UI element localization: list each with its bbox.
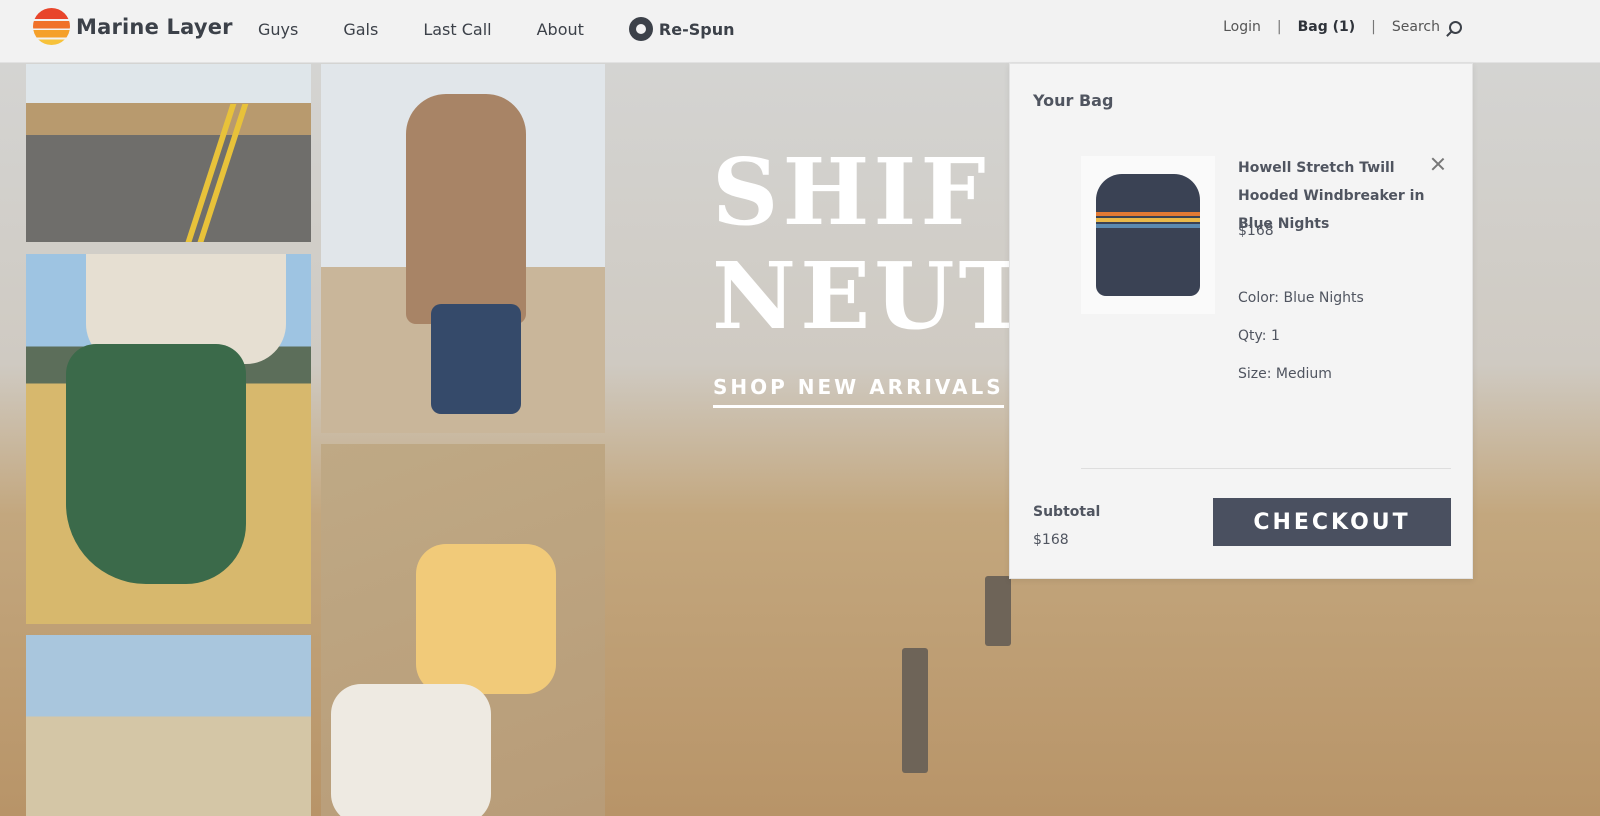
shop-new-arrivals-link[interactable]: SHOP NEW ARRIVALS (713, 375, 1004, 408)
marine-layer-logo-icon (33, 8, 70, 45)
hero-title: SHIF NEUT (712, 140, 1031, 348)
photo-tee-shape (416, 544, 556, 694)
nav-item-about[interactable]: About (537, 20, 584, 39)
fence-post (985, 576, 1011, 646)
nav-item-guys[interactable]: Guys (258, 20, 298, 39)
jacket-stripe (1096, 224, 1200, 228)
product-qty: Qty: 1 (1238, 328, 1280, 344)
road-line (193, 104, 249, 242)
jacket-image (1096, 174, 1200, 296)
close-icon[interactable] (1430, 156, 1446, 172)
search-link[interactable]: Search (1392, 19, 1440, 35)
main-nav: Guys Gals Last Call About Re-Spun (258, 17, 735, 41)
brand-name: Marine Layer (76, 14, 233, 39)
photo-skirt (26, 254, 311, 624)
bag-dropdown: Your Bag Howell Stretch Twill Hooded Win… (1009, 63, 1473, 579)
product-color: Color: Blue Nights (1238, 290, 1364, 306)
bag-title: Your Bag (1033, 91, 1114, 110)
utility-nav: Login | Bag (1) | Search (1223, 19, 1462, 35)
bag-link[interactable]: Bag (1) (1298, 19, 1356, 35)
photo-pants-shape (331, 684, 491, 816)
subtotal-value: $168 (1033, 532, 1069, 548)
separator: | (1276, 19, 1282, 35)
photo-shorts-shape (431, 304, 521, 414)
nav-item-last-call[interactable]: Last Call (423, 20, 491, 39)
divider (1081, 468, 1451, 469)
photo-road (26, 64, 311, 242)
brand-logo[interactable]: Marine Layer (33, 8, 233, 45)
photo-shirt-shape (406, 94, 526, 324)
search-icon[interactable] (1449, 20, 1462, 34)
photo-skirt-shape (66, 344, 246, 584)
product-price: $168 (1238, 223, 1274, 239)
hero-title-line: NEUT (712, 242, 1031, 350)
fence-post (902, 648, 928, 773)
product-image[interactable] (1081, 156, 1215, 314)
photo-man (321, 64, 605, 433)
respun-icon (628, 17, 653, 41)
login-link[interactable]: Login (1223, 19, 1261, 35)
separator: | (1371, 19, 1376, 35)
jacket-stripe (1096, 218, 1200, 222)
nav-item-respun[interactable]: Re-Spun (628, 17, 735, 41)
hero-title-line: SHIF (712, 138, 990, 246)
site-header: Marine Layer Guys Gals Last Call About R… (0, 0, 1600, 63)
jacket-stripe (1096, 212, 1200, 216)
nav-item-gals[interactable]: Gals (343, 20, 378, 39)
photo-woman (321, 444, 605, 816)
checkout-button[interactable]: CHECKOUT (1213, 498, 1451, 546)
photo-couple (26, 635, 311, 816)
product-size: Size: Medium (1238, 366, 1332, 382)
subtotal-label: Subtotal (1033, 504, 1101, 520)
respun-label: Re-Spun (658, 19, 735, 39)
